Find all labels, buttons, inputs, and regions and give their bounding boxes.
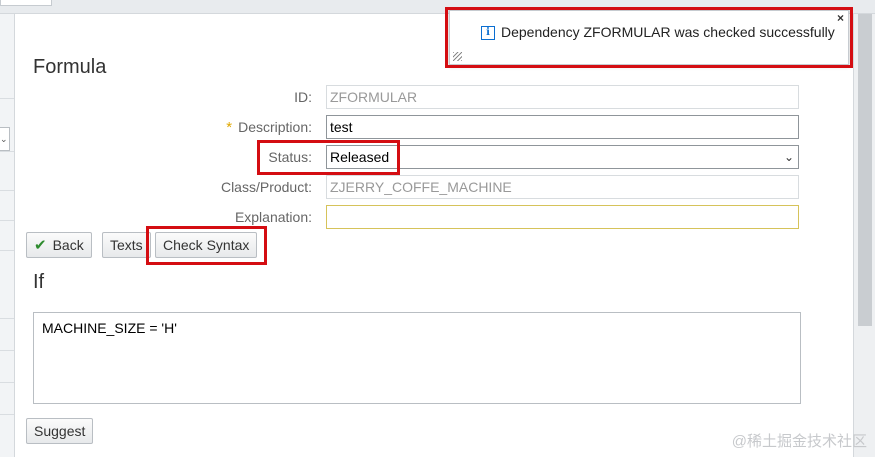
left-panel-divider xyxy=(0,250,14,251)
checkmark-icon: ✔ xyxy=(34,237,47,254)
suggest-button[interactable]: Suggest xyxy=(26,418,94,444)
top-strip-button[interactable] xyxy=(0,0,52,6)
status-select[interactable]: Released ⌄ xyxy=(326,145,799,169)
texts-button[interactable]: Texts xyxy=(102,232,151,258)
vertical-scrollbar[interactable] xyxy=(853,14,875,457)
notification-message: Dependency ZFORMULAR was checked success… xyxy=(501,24,835,40)
left-panel-divider xyxy=(0,382,14,383)
status-value: Released xyxy=(330,149,390,165)
description-label: * Description: xyxy=(226,119,312,136)
chevron-down-icon[interactable]: ⌄ xyxy=(784,146,794,168)
back-button[interactable]: ✔ Back xyxy=(26,232,92,258)
class-product-label: Class/Product: xyxy=(220,179,312,195)
left-panel-divider xyxy=(0,350,14,351)
condition-editor[interactable]: MACHINE_SIZE = 'H' xyxy=(33,312,801,404)
explanation-field[interactable] xyxy=(326,205,799,229)
left-panel-divider xyxy=(0,98,14,99)
description-label-text: Description: xyxy=(238,119,312,135)
condition-title: If xyxy=(33,271,45,293)
id-field: ZFORMULAR xyxy=(326,85,799,109)
status-label: Status: xyxy=(268,149,312,165)
left-panel-divider xyxy=(0,220,14,221)
description-field[interactable]: test xyxy=(326,115,799,139)
back-label: Back xyxy=(52,237,84,253)
left-panel-toggle[interactable]: ⌄ xyxy=(0,127,10,151)
id-label: ID: xyxy=(294,89,312,105)
left-panel-divider xyxy=(0,318,14,319)
close-icon[interactable]: × xyxy=(837,11,844,25)
class-product-field: ZJERRY_COFFE_MACHINE xyxy=(326,175,799,199)
check-syntax-button[interactable]: Check Syntax xyxy=(155,232,258,258)
resize-grip-icon[interactable] xyxy=(453,52,462,61)
scrollbar-thumb[interactable] xyxy=(858,14,872,326)
form-title: Formula xyxy=(33,56,107,78)
notification-toast: i Dependency ZFORMULAR was checked succe… xyxy=(449,10,849,65)
left-panel-divider xyxy=(0,190,14,191)
explanation-label: Explanation: xyxy=(234,209,312,225)
left-panel-divider xyxy=(0,414,14,415)
left-panel: ⌄ xyxy=(0,14,15,457)
watermark: @稀土掘金技术社区 xyxy=(731,433,867,450)
left-panel-divider xyxy=(0,151,14,152)
required-marker: * xyxy=(226,119,233,136)
info-icon: i xyxy=(481,26,495,40)
